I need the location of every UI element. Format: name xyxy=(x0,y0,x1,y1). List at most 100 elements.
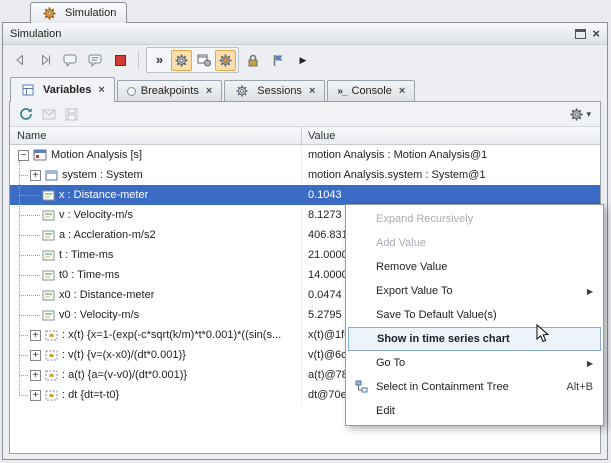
dock-tab-label: Simulation xyxy=(65,7,116,19)
simulation-window: Simulation Simulation × xyxy=(0,0,611,463)
simulation-toolbar: » ▶ xyxy=(3,45,607,75)
collapse-expander-icon[interactable]: − xyxy=(18,150,29,161)
menu-item-go-to[interactable]: Go To ▶ xyxy=(348,351,601,375)
expand-expander-icon[interactable]: + xyxy=(30,350,41,361)
export-button[interactable] xyxy=(42,108,56,121)
float-panel-icon[interactable] xyxy=(575,29,586,39)
row-name: x : Distance-meter xyxy=(59,189,148,201)
dock-tab-simulation[interactable]: Simulation xyxy=(30,2,127,23)
toolbar-separator xyxy=(138,51,139,69)
row-value: motion Analysis.system : System@1 xyxy=(308,169,485,181)
constraint-property-icon xyxy=(45,390,58,401)
tab-sessions-close-icon[interactable]: × xyxy=(309,85,315,97)
tree-guide-line xyxy=(19,161,20,395)
row-value: 0.1043 xyxy=(308,189,342,201)
table-options-button[interactable]: ▾ xyxy=(570,108,591,121)
table-row[interactable]: − Motion Analysis [s] motion Analysis : … xyxy=(10,145,600,165)
menu-item-show-in-time-series-chart[interactable]: Show in time series chart xyxy=(348,327,601,351)
constraint-property-icon xyxy=(45,370,58,381)
save-icon xyxy=(65,108,78,121)
gear-dot-icon xyxy=(219,54,232,67)
diagram-settings-button[interactable] xyxy=(193,50,214,71)
tab-console-label: Console xyxy=(352,85,392,97)
tab-breakpoints-label: Breakpoints xyxy=(141,85,199,97)
tab-sessions[interactable]: Sessions × xyxy=(224,80,325,101)
expand-expander-icon[interactable]: + xyxy=(30,170,41,181)
chevrons-icon: » xyxy=(156,55,163,65)
value-property-icon xyxy=(42,310,55,321)
table-options-gear-icon xyxy=(570,108,583,121)
row-name: : x(t) {x=1-(exp(-c*sqrt(k/m)*t*0.001)*(… xyxy=(62,329,281,341)
row-value: 5.2795 xyxy=(308,309,342,321)
variables-icon xyxy=(22,84,34,96)
row-value: motion Analysis : Motion Analysis@1 xyxy=(308,149,487,161)
toolbar-overflow-button[interactable]: ▶ xyxy=(292,49,314,71)
toolbar-overflow-icon: ▶ xyxy=(300,55,307,66)
step-forward-button[interactable] xyxy=(34,49,56,71)
tab-breakpoints-close-icon[interactable]: × xyxy=(206,85,212,97)
value-property-icon xyxy=(42,250,55,261)
refresh-button[interactable] xyxy=(19,107,33,121)
submenu-arrow-icon: ▶ xyxy=(587,359,593,368)
column-header-value[interactable]: Value xyxy=(302,130,600,142)
collapse-toolbar-button[interactable]: » xyxy=(149,50,170,71)
sessions-gear-icon xyxy=(236,85,248,97)
expand-expander-icon[interactable]: + xyxy=(30,330,41,341)
refresh-icon xyxy=(19,107,33,121)
table-header: Name Value xyxy=(10,127,600,145)
value-property-icon xyxy=(42,270,55,281)
table-row-selected[interactable]: x : Distance-meter 0.1043 xyxy=(10,185,600,205)
view-tabs: Variables × Breakpoints × Sessions × »_ … xyxy=(10,77,415,101)
part-property-icon xyxy=(45,170,58,181)
tab-variables-close-icon[interactable]: × xyxy=(98,84,104,96)
tab-console[interactable]: »_ Console × xyxy=(327,80,415,101)
menu-item-remove-value[interactable]: Remove Value xyxy=(348,255,601,279)
menu-item-save-to-default-values[interactable]: Save To Default Value(s) xyxy=(348,303,601,327)
auto-run-button[interactable] xyxy=(215,50,236,71)
row-value: 21.0000 xyxy=(308,249,348,261)
close-panel-icon[interactable]: × xyxy=(592,28,600,40)
gear-icon xyxy=(175,54,188,67)
lock-button[interactable] xyxy=(242,49,264,71)
expand-expander-icon[interactable]: + xyxy=(30,390,41,401)
submenu-arrow-icon: ▶ xyxy=(587,287,593,296)
animation-options-button[interactable] xyxy=(171,50,192,71)
table-row[interactable]: + system : System motion Analysis.system… xyxy=(10,165,600,185)
lock-icon xyxy=(247,54,259,67)
export-icon xyxy=(42,108,56,121)
speech-bubble-lines-icon xyxy=(88,54,102,67)
column-header-name[interactable]: Name xyxy=(10,127,302,144)
row-value: 8.1273 xyxy=(308,209,342,221)
value-property-icon xyxy=(42,190,55,201)
row-name: x0 : Distance-meter xyxy=(59,289,154,301)
console-bubble-button[interactable] xyxy=(59,49,81,71)
tab-variables[interactable]: Variables × xyxy=(10,77,115,102)
terminate-button[interactable] xyxy=(109,49,131,71)
menu-item-select-in-containment-tree[interactable]: Select in Containment Tree Alt+B xyxy=(348,375,601,399)
menu-item-edit[interactable]: Edit xyxy=(348,399,601,423)
menu-item-add-value: Add Value xyxy=(348,231,601,255)
speech-bubble-icon xyxy=(63,54,77,67)
row-value: 14.0000 xyxy=(308,269,348,281)
triangle-left-icon xyxy=(14,54,26,66)
panel-titlebar: Simulation × xyxy=(3,23,607,45)
menu-item-export-value-to[interactable]: Export Value To ▶ xyxy=(348,279,601,303)
row-name: a : Accleration-m/s2 xyxy=(59,229,156,241)
expand-expander-icon[interactable]: + xyxy=(30,370,41,381)
tab-breakpoints[interactable]: Breakpoints × xyxy=(117,80,223,101)
report-button[interactable] xyxy=(267,49,289,71)
row-name: : dt {dt=t-t0} xyxy=(62,389,119,401)
row-name: v0 : Velocity-m/s xyxy=(59,309,139,321)
row-name: : v(t) {v=(x-x0)/(dt*0.001)} xyxy=(62,349,186,361)
constraint-property-icon xyxy=(45,350,58,361)
toolbar-toggle-group: » xyxy=(146,47,239,73)
step-back-button[interactable] xyxy=(9,49,31,71)
save-button[interactable] xyxy=(65,108,78,121)
containment-tree-icon xyxy=(355,380,368,396)
flag-icon xyxy=(272,54,284,67)
log-bubble-button[interactable] xyxy=(84,49,106,71)
tab-variables-label: Variables xyxy=(43,84,91,96)
row-name: Motion Analysis [s] xyxy=(51,149,142,161)
dropdown-caret-icon: ▾ xyxy=(586,109,591,120)
tab-console-close-icon[interactable]: × xyxy=(399,85,405,97)
